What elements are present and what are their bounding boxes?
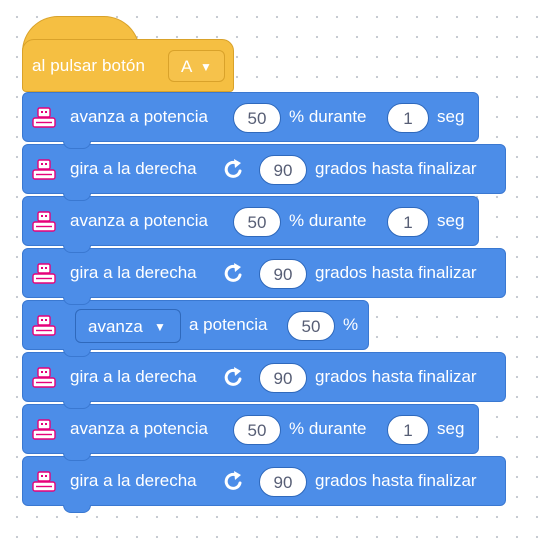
block-notch — [63, 453, 91, 461]
block-text: gira a la derecha — [70, 159, 197, 178]
unit-label: % — [343, 315, 359, 334]
button-dropdown[interactable]: A ▼ — [168, 50, 225, 82]
degrees-input[interactable]: 90 — [259, 467, 307, 497]
degrees-input[interactable]: 90 — [259, 259, 307, 289]
block-text: avanza a potencia — [70, 211, 208, 230]
block-notch — [63, 193, 91, 201]
block-text: avanza a potencia — [70, 107, 208, 126]
block-text: % durante — [289, 211, 367, 230]
block-text: gira a la derecha — [70, 367, 197, 386]
robot-icon — [32, 367, 56, 388]
robot-icon — [32, 263, 56, 284]
move-block[interactable]: avanza ▼ a potencia 50 % — [22, 300, 369, 357]
move-for-block[interactable]: avanza a potencia 50 % durante 1 seg — [22, 196, 479, 253]
turn-block[interactable]: gira a la derecha 90 grados hasta finali… — [22, 352, 506, 409]
block-text: grados hasta finalizar — [315, 471, 477, 490]
robot-icon — [32, 315, 56, 336]
block-text: % durante — [289, 107, 367, 126]
unit-label: seg — [437, 211, 465, 230]
power-input[interactable]: 50 — [287, 311, 335, 341]
robot-icon — [32, 107, 56, 128]
block-notch — [63, 141, 91, 149]
block-text: a potencia — [189, 315, 268, 334]
triangle-down-icon: ▼ — [154, 320, 166, 334]
event-label: al pulsar botón — [32, 56, 146, 75]
rotate-clockwise-icon — [224, 263, 242, 282]
move-for-block[interactable]: avanza a potencia 50 % durante 1 seg — [22, 404, 479, 461]
block-text: % durante — [289, 419, 367, 438]
block-notch — [63, 401, 91, 409]
rotate-clockwise-icon — [224, 471, 242, 490]
power-input[interactable]: 50 — [233, 103, 281, 133]
turn-block[interactable]: gira a la derecha 90 grados hasta finali… — [22, 144, 506, 201]
robot-icon — [32, 471, 56, 492]
block-text: grados hasta finalizar — [315, 263, 477, 282]
turn-block[interactable]: gira a la derecha 90 grados hasta finali… — [22, 456, 506, 513]
direction-value: avanza — [88, 317, 143, 336]
duration-input[interactable]: 1 — [387, 103, 429, 133]
block-text: grados hasta finalizar — [315, 367, 477, 386]
block-text: gira a la derecha — [70, 471, 197, 490]
block-text: avanza a potencia — [70, 419, 208, 438]
unit-label: seg — [437, 107, 465, 126]
power-input[interactable]: 50 — [233, 415, 281, 445]
turn-block[interactable]: gira a la derecha 90 grados hasta finali… — [22, 248, 506, 305]
block-text: grados hasta finalizar — [315, 159, 477, 178]
triangle-down-icon: ▼ — [200, 60, 212, 74]
power-input[interactable]: 50 — [233, 207, 281, 237]
block-notch — [63, 297, 91, 305]
robot-icon — [32, 419, 56, 440]
direction-dropdown[interactable]: avanza ▼ — [75, 309, 181, 343]
block-text: gira a la derecha — [70, 263, 197, 282]
unit-label: seg — [437, 419, 465, 438]
button-dropdown-value: A — [181, 57, 193, 76]
duration-input[interactable]: 1 — [387, 415, 429, 445]
block-notch — [63, 245, 91, 253]
robot-icon — [32, 211, 56, 232]
robot-icon — [32, 159, 56, 180]
rotate-clockwise-icon — [224, 159, 242, 178]
rotate-clockwise-icon — [224, 367, 242, 386]
degrees-input[interactable]: 90 — [259, 155, 307, 185]
move-for-block[interactable]: avanza a potencia 50 % durante 1 seg — [22, 92, 479, 149]
block-notch — [63, 505, 91, 513]
degrees-input[interactable]: 90 — [259, 363, 307, 393]
block-notch — [63, 349, 91, 357]
duration-input[interactable]: 1 — [387, 207, 429, 237]
